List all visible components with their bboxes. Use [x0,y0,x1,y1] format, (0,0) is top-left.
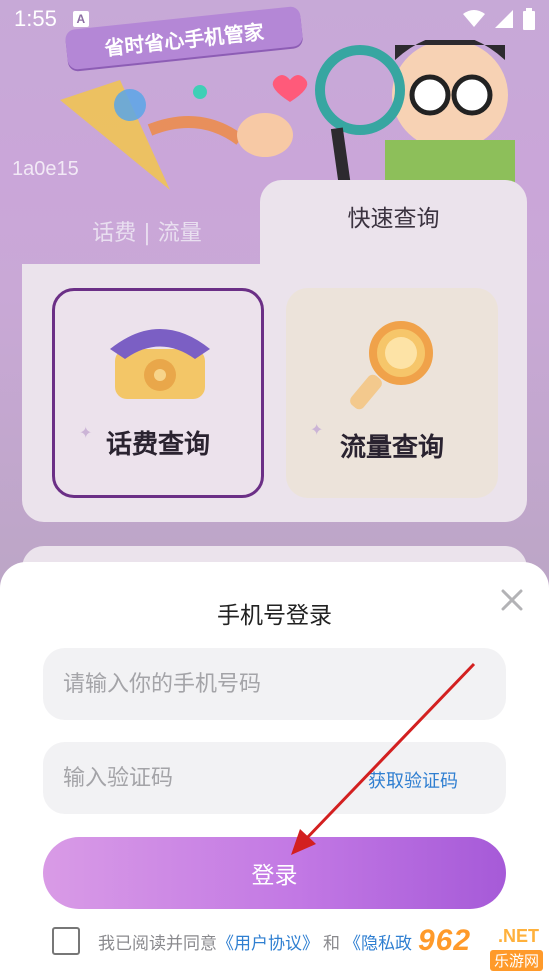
tab-bill-traffic[interactable]: 话费 | 流量 [22,196,272,266]
tab-quick-query[interactable]: 快速查询 [260,180,527,270]
get-code-link[interactable]: 获取验证码 [368,767,458,793]
notification-a-icon: A [72,11,89,27]
telephone-icon [110,329,210,399]
phone-number-input[interactable] [43,648,506,720]
privacy-policy-link[interactable]: 《隐私政 [344,929,412,954]
close-icon [501,589,523,611]
signal-icon [495,10,513,28]
site-watermark: 962 .NET 乐游网 [418,924,546,974]
agreement-prefix: 我已阅读并同意 [98,933,217,954]
hero-illustration [60,40,515,190]
user-agreement-link[interactable]: 《用户协议》 [217,929,319,954]
traffic-query-label: 流量查询 [339,433,444,463]
watermark-number: 962 [418,924,472,957]
close-button[interactable] [498,586,526,614]
magnifier-icon [350,321,433,410]
agreement-and: 和 [323,933,340,954]
login-button[interactable]: 登录 [43,837,506,909]
bill-query-card[interactable]: ✦ 话费查询 [52,288,264,498]
traffic-query-card[interactable]: ✦ 流量查询 [286,288,498,498]
battery-icon [523,8,535,30]
overlay-code-text: 1a0e15 [12,158,79,180]
login-title: 手机号登录 [217,603,332,629]
watermark-net: .NET [498,926,540,946]
agreement-checkbox[interactable] [52,927,80,955]
query-cards-panel: ✦ 话费查询 ✦ 流量查询 [22,264,527,522]
status-time: 1:55 [14,6,57,31]
status-icons [463,8,535,30]
bill-query-label: 话费查询 [105,430,210,460]
watermark-site-name: 乐游网 [490,950,544,971]
wifi-icon [463,10,485,27]
phone-login-sheet: 手机号登录 获取验证码 登录 我已阅读并同意 《用户协议》 和 《隐私政 [0,562,549,977]
